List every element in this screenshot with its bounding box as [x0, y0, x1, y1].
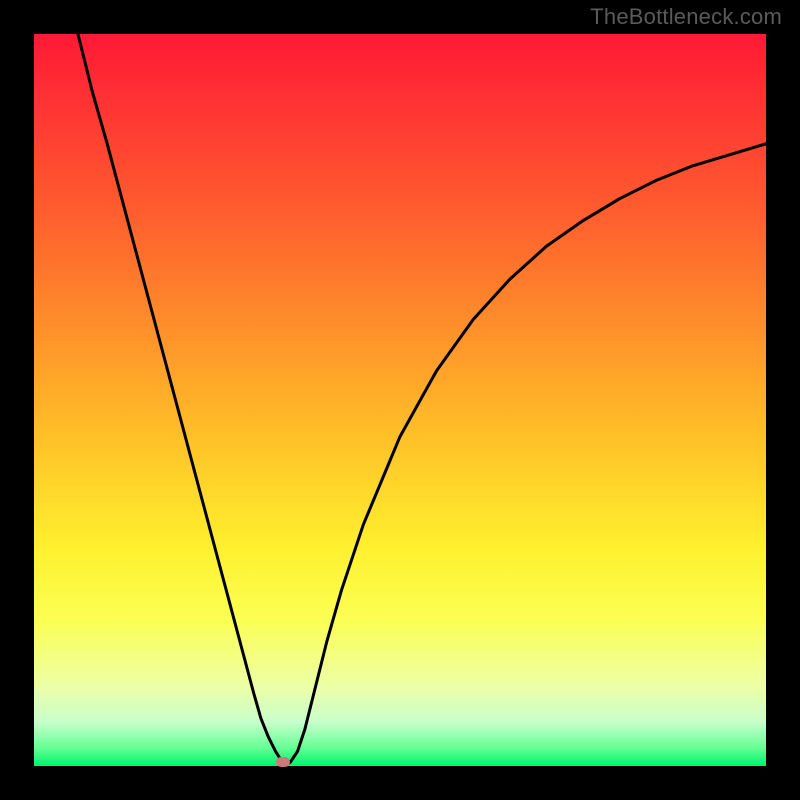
- plot-area: [34, 34, 766, 766]
- minimum-marker: [276, 757, 290, 767]
- curve-svg: [34, 34, 766, 766]
- chart-container: TheBottleneck.com: [0, 0, 800, 800]
- watermark-label: TheBottleneck.com: [590, 4, 782, 30]
